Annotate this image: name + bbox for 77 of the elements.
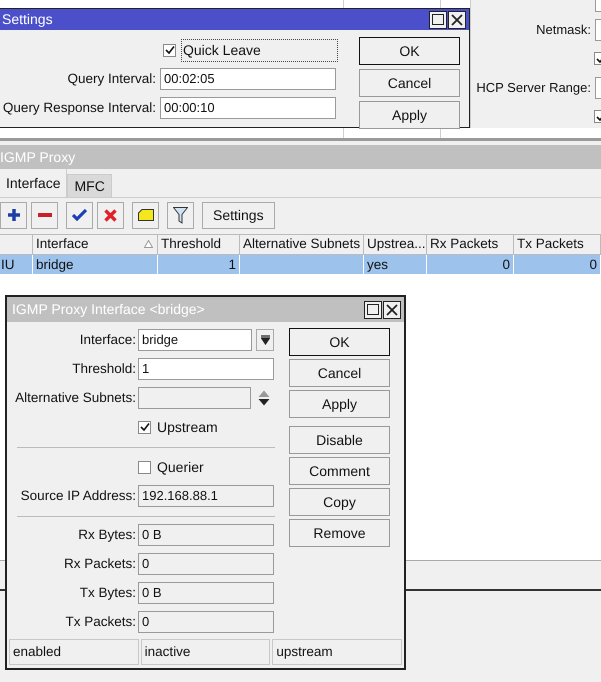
toolbar-button[interactable]: Settings [202, 202, 275, 228]
text-field[interactable]: 00:00:10 [160, 97, 336, 119]
note-icon [138, 209, 154, 221]
field-label: HCP Server Range: [476, 79, 591, 98]
field-label: Query Response Interval: [2, 98, 157, 117]
plus-icon [6, 208, 20, 222]
checkmark-icon [164, 45, 174, 55]
up-down-arrows-icon[interactable] [258, 390, 270, 406]
filter-icon [173, 206, 188, 224]
close-icon[interactable] [448, 10, 466, 28]
column-header[interactable]: Threshold [158, 235, 240, 254]
column-header[interactable]: Alternative Subnets [240, 235, 364, 254]
dialog-button[interactable]: Comment [289, 457, 390, 485]
cross-icon [104, 208, 117, 222]
text-field[interactable]: 1 [138, 358, 274, 380]
table-cell: yes [367, 257, 388, 272]
minus-icon [38, 213, 52, 217]
column-header[interactable]: Upstrea... [364, 235, 427, 254]
dialog-button[interactable]: Copy [289, 488, 390, 516]
field-label: Rx Bytes: [77, 526, 137, 544]
dialog-button[interactable]: Apply [289, 390, 390, 418]
checkbox[interactable] [138, 420, 151, 434]
table-cell: 0 [502, 257, 510, 272]
close-icon[interactable] [383, 300, 401, 318]
status-cell: enabled [9, 639, 139, 665]
dropdown-field[interactable]: bridge [138, 329, 252, 351]
window-title: Settings [2, 10, 53, 29]
maximize-icon[interactable] [429, 10, 447, 28]
dialog-button[interactable]: Cancel [289, 359, 390, 387]
dialog-button[interactable]: OK [359, 37, 460, 65]
field-label: Netmask: [536, 21, 591, 40]
toolbar-button[interactable] [66, 202, 93, 228]
text-field[interactable]: 0 B [138, 524, 274, 546]
field-label: Interface: [78, 330, 137, 349]
dialog-button[interactable]: Cancel [359, 69, 460, 97]
checkmark-icon [72, 209, 87, 221]
checkbox-label[interactable]: Upstream [157, 416, 218, 438]
dialog-button[interactable]: Remove [289, 519, 390, 547]
status-cell: upstream [272, 639, 402, 665]
toolbar-button[interactable] [167, 202, 194, 228]
tab[interactable]: MFC [67, 174, 112, 197]
text-field[interactable]: 00:02:05 [160, 68, 336, 90]
text-field[interactable]: 0 [138, 553, 274, 575]
table-cell: bridge [36, 257, 74, 272]
table-row[interactable]: IU bridge 1 yes 0 0 [0, 255, 601, 274]
field-label: Tx Bytes: [78, 584, 137, 602]
window-title: IGMP Proxy [0, 148, 76, 167]
table-cell: 1 [228, 257, 236, 272]
maximize-icon[interactable] [364, 300, 382, 318]
text-field[interactable]: 0 [138, 611, 274, 633]
text-field[interactable]: 0 B [138, 582, 274, 604]
field-label: Source IP Address: [20, 486, 137, 505]
field-label: Tx Packets: [64, 612, 137, 631]
field-label: Alternative Subnets: [14, 388, 137, 407]
status-cell: inactive [140, 639, 270, 665]
text-field[interactable]: 192.168.88.1 [138, 485, 274, 507]
checkmark-icon [140, 422, 150, 432]
field-label: Query Interval: [66, 70, 157, 88]
checkbox-label[interactable]: Querier [157, 456, 204, 478]
dialog-button[interactable]: OK [289, 328, 390, 356]
table-cell: 0 [589, 257, 597, 272]
dropdown-button[interactable] [256, 329, 274, 351]
toolbar-button[interactable] [132, 202, 159, 228]
dialog-button[interactable]: Disable [289, 426, 390, 454]
dropdown-arrow-icon [260, 335, 270, 345]
dialog-button[interactable]: Apply [359, 101, 460, 129]
checkbox[interactable] [163, 44, 176, 56]
toolbar-button[interactable] [0, 202, 27, 228]
checkbox-label[interactable]: Quick Leave [181, 38, 338, 62]
toolbar-button[interactable] [31, 202, 58, 228]
field-label: Threshold: [71, 360, 137, 378]
window-title: IGMP Proxy Interface <bridge> [12, 300, 205, 319]
column-header[interactable]: Interface [33, 235, 158, 254]
checkbox[interactable] [138, 460, 151, 474]
field-label: Rx Packets: [62, 554, 137, 573]
column-header[interactable]: Tx Packets [514, 235, 601, 254]
column-header[interactable]: Rx Packets [427, 235, 514, 254]
